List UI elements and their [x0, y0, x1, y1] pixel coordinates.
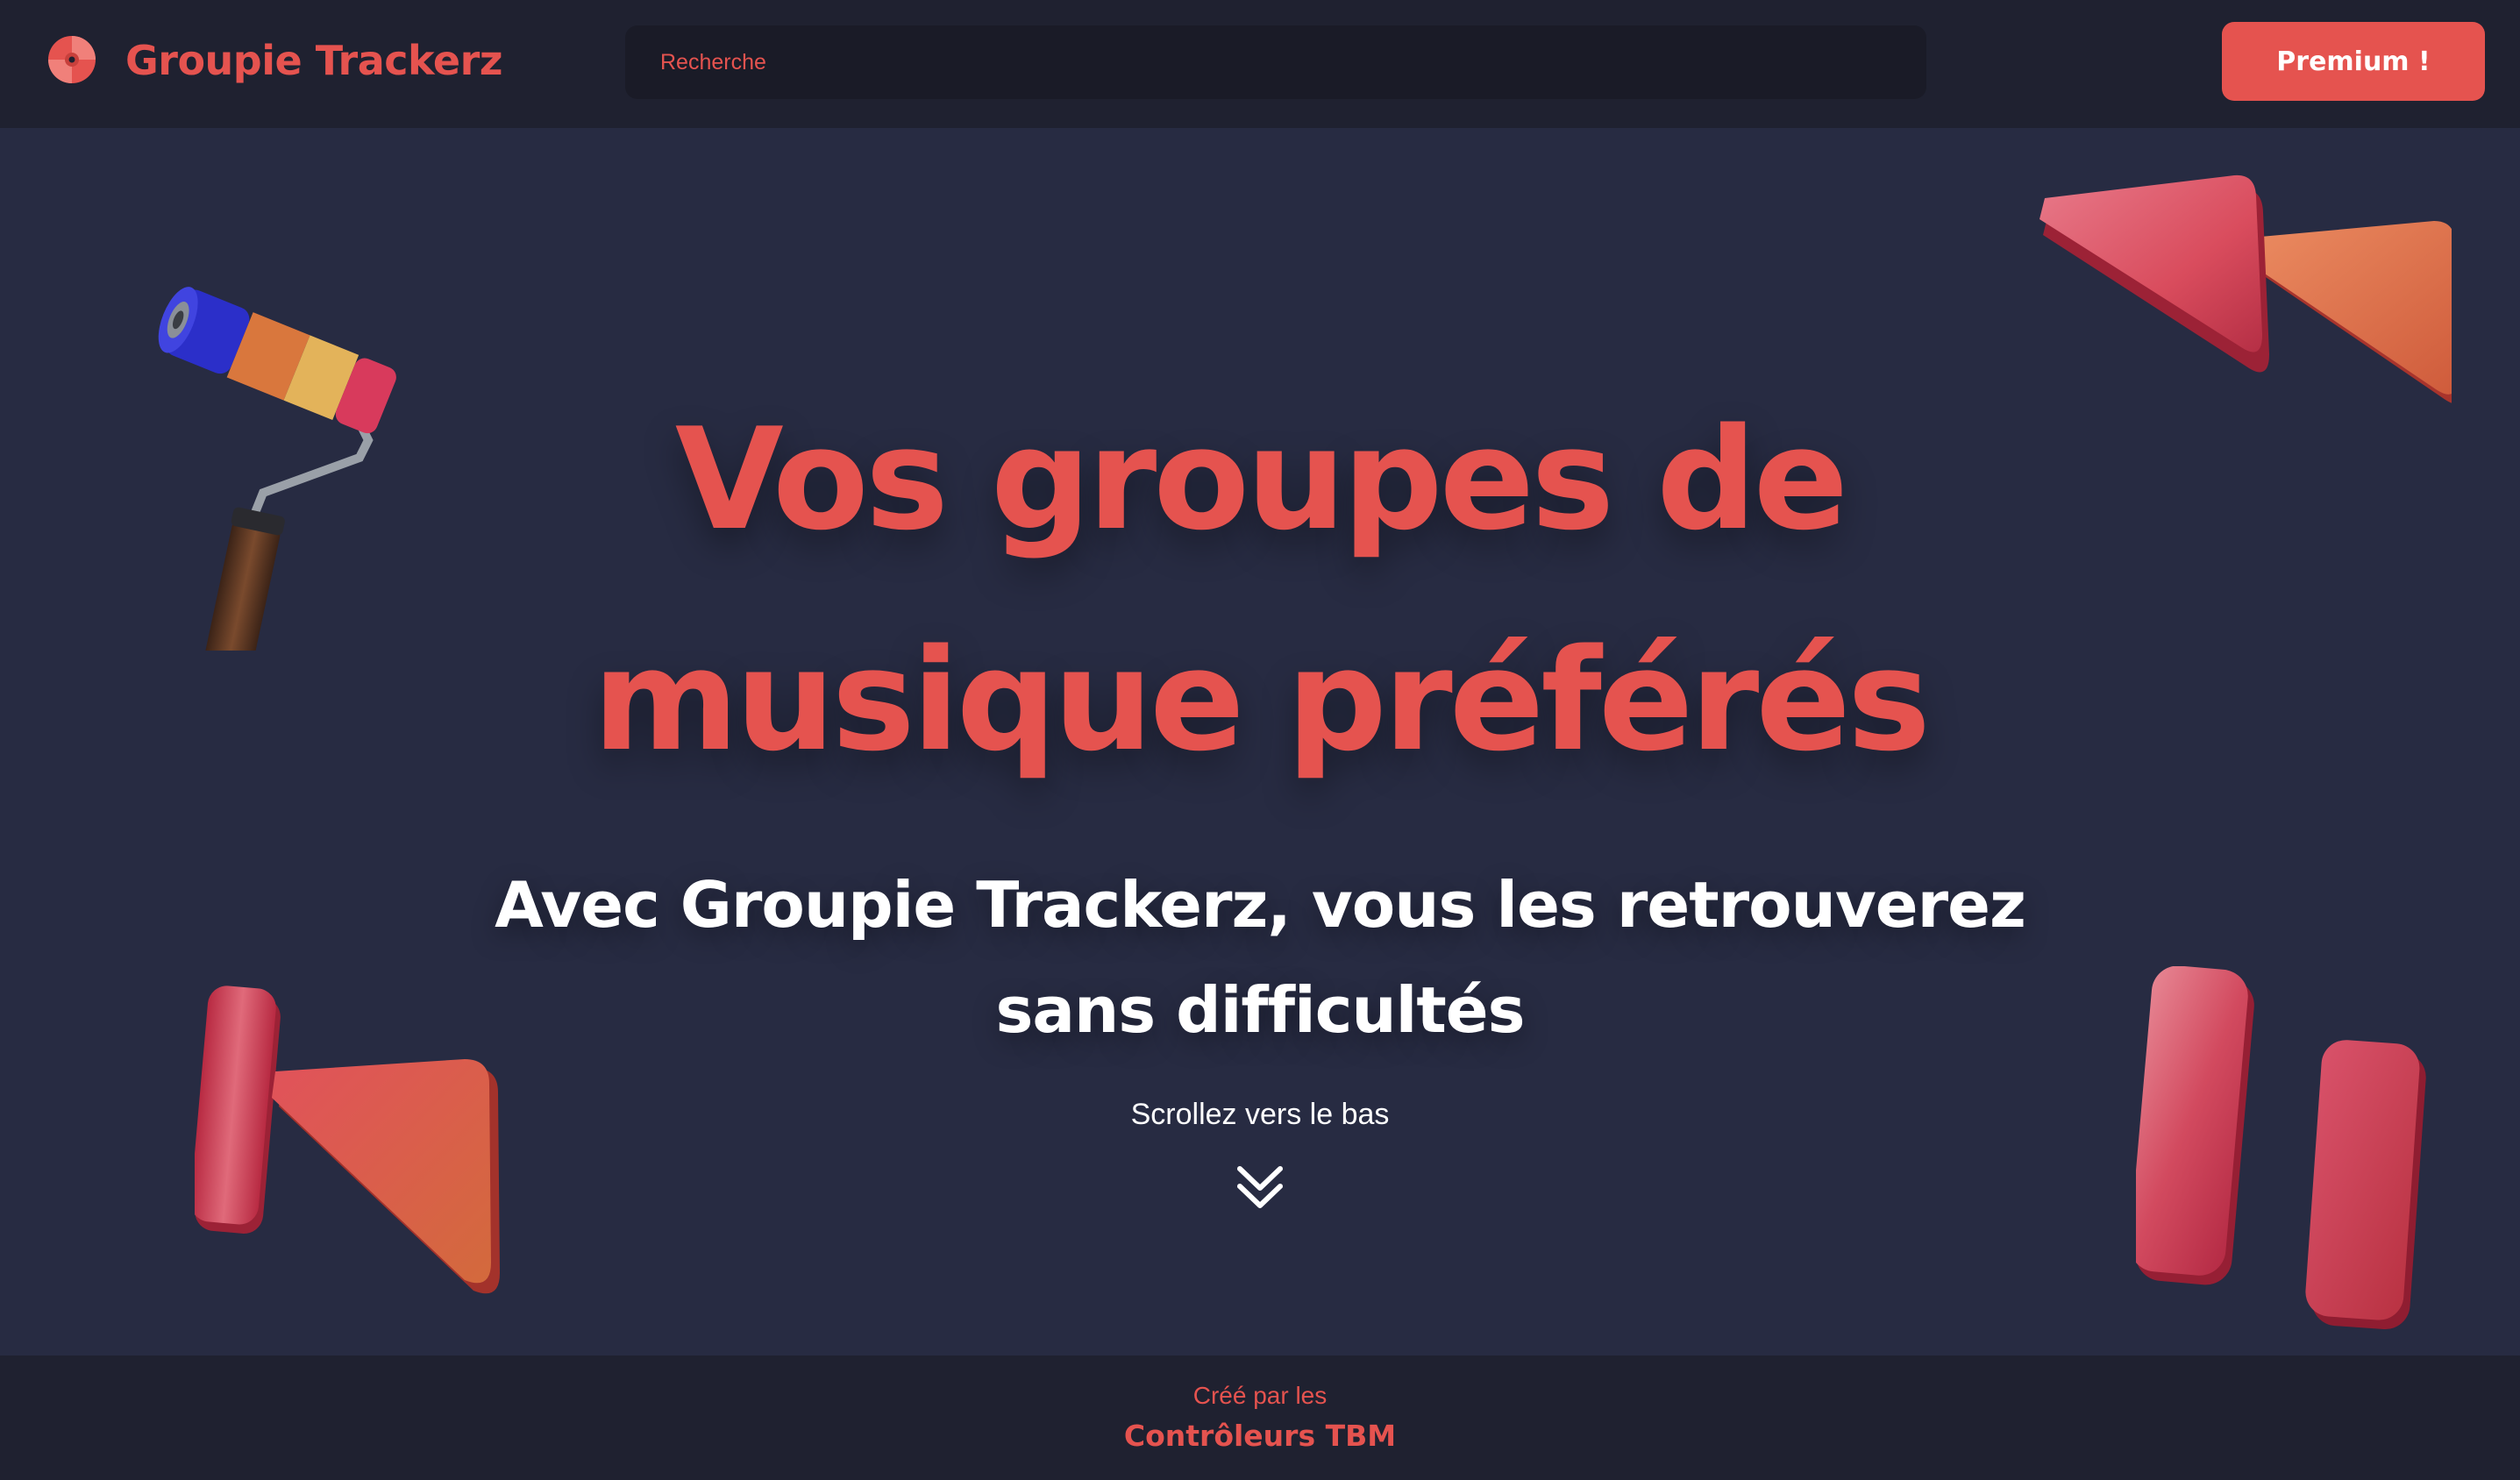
headline-line-2: musique préférés: [592, 618, 1931, 782]
pause-icon: [2136, 966, 2426, 1330]
headline-line-1: Vos groupes de: [674, 397, 1848, 561]
subheading-line-2: sans difficultés: [995, 973, 1526, 1047]
navbar: Groupie Trackerz Premium !: [0, 0, 2520, 128]
hero-subheading: Avec Groupie Trackerz, vous les retrouve…: [383, 852, 2137, 1063]
paint-roller-icon: [158, 287, 396, 651]
premium-button[interactable]: Premium !: [2222, 22, 2485, 101]
double-chevron-down-icon[interactable]: [1235, 1163, 1285, 1211]
footer: Créé par les Contrôleurs TBM: [0, 1355, 2520, 1480]
hero-section: Vos groupes de musique préférés Avec Gro…: [0, 128, 2520, 1355]
hero-headline: Vos groupes de musique préférés: [383, 369, 2137, 811]
subheading-line-1: Avec Groupie Trackerz, vous les retrouve…: [495, 868, 2026, 942]
vinyl-record-icon[interactable]: [47, 35, 96, 84]
scroll-hint: Scrollez vers le bas: [1130, 1098, 1390, 1131]
footer-team-name[interactable]: Contrôleurs TBM: [997, 1415, 1523, 1457]
footer-created-by: Créé par les: [1192, 1382, 1328, 1409]
brand-name[interactable]: Groupie Trackerz: [125, 32, 503, 89]
search-input[interactable]: [625, 25, 1926, 99]
